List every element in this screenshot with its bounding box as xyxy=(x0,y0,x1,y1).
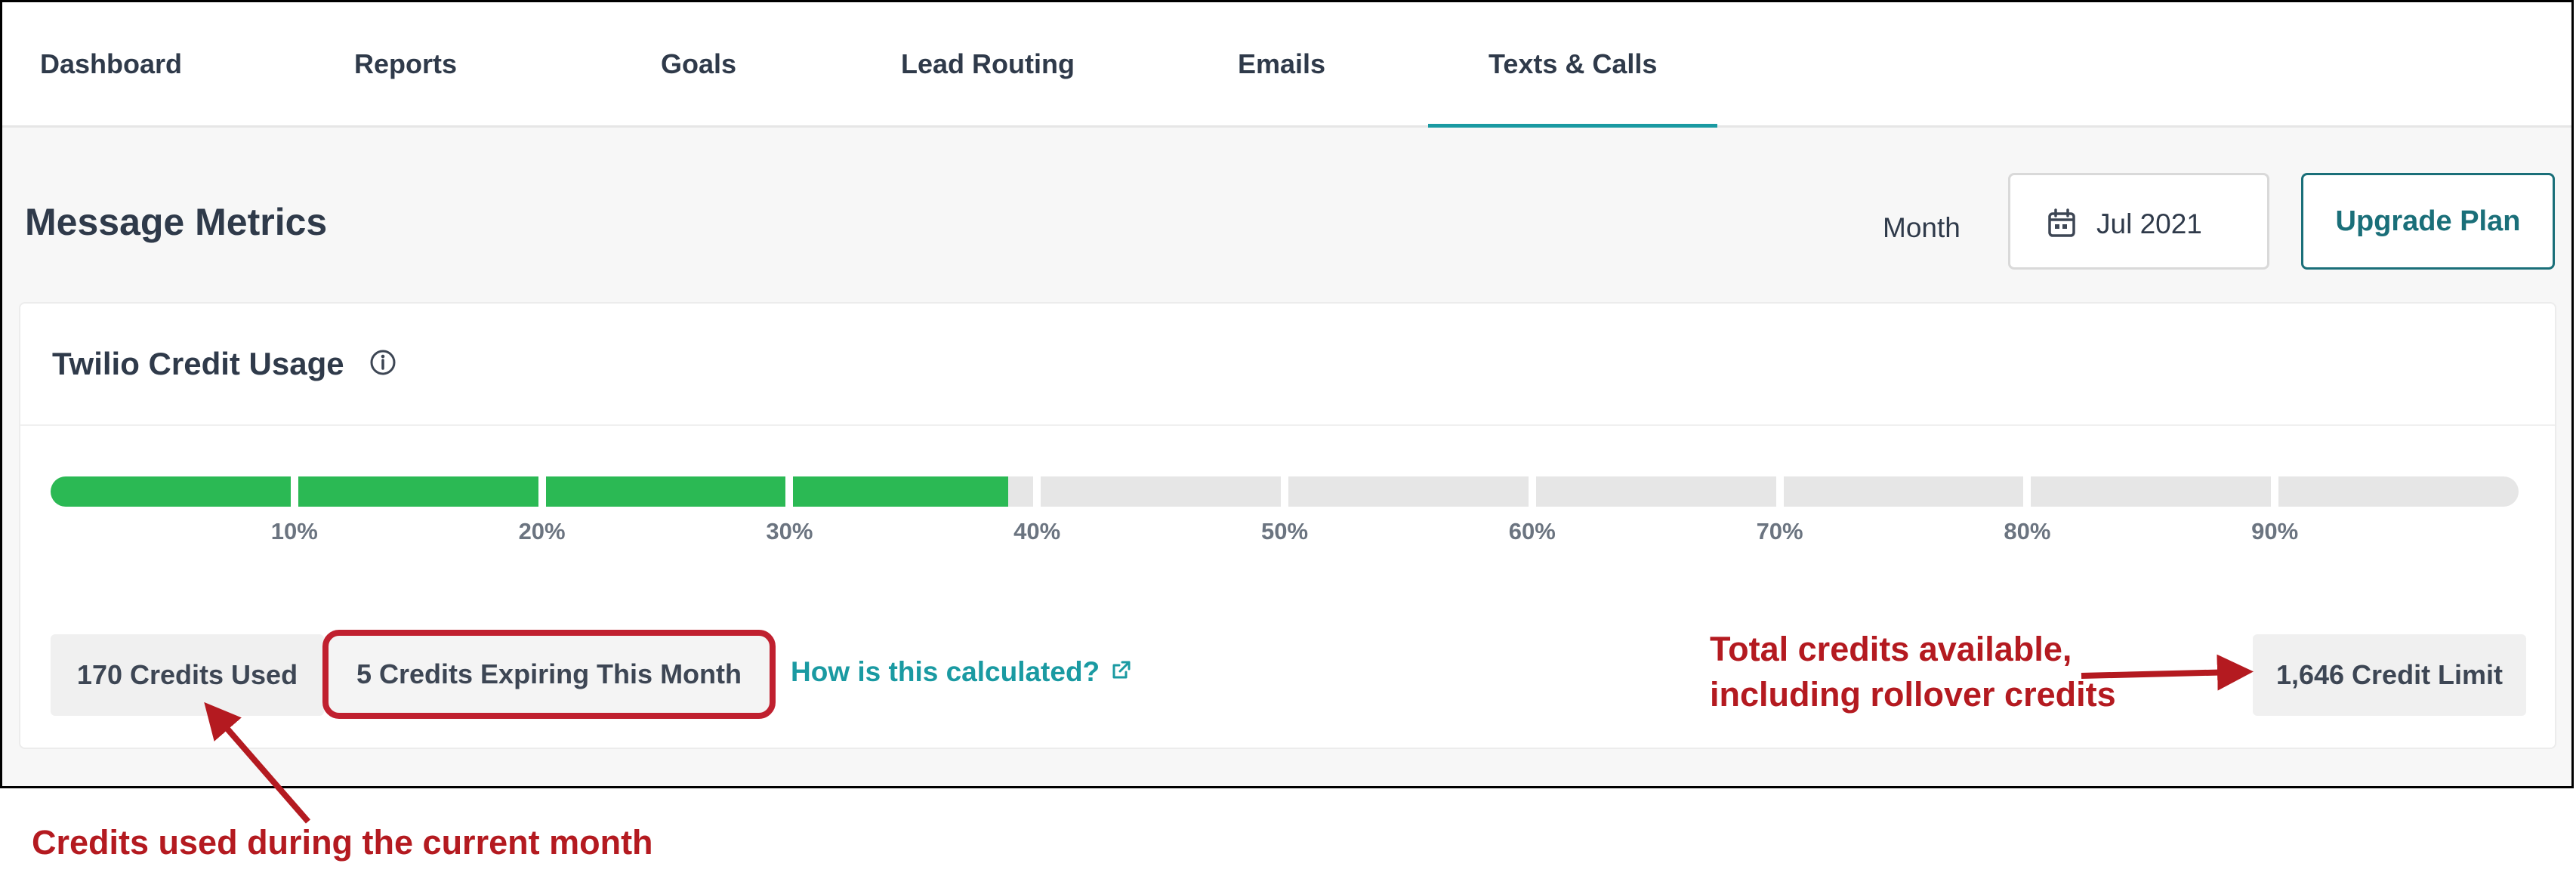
progress-tick-label: 90% xyxy=(2251,518,2299,544)
tab-label: Dashboard xyxy=(40,48,183,79)
progress-tick-label: 60% xyxy=(1508,518,1556,544)
progress-tick-label: 70% xyxy=(1756,518,1803,544)
tab-texts-calls[interactable]: Texts & Calls xyxy=(1427,2,1718,128)
progress-tick-label: 40% xyxy=(1013,518,1061,544)
progress-segment xyxy=(1783,476,2024,507)
month-label: Month xyxy=(1883,212,1961,243)
annotation-credit-limit: Total credits available, including rollo… xyxy=(1710,627,2116,717)
card-title: Twilio Credit Usage xyxy=(52,346,344,381)
progress-segment-fill xyxy=(545,476,786,507)
tab-label: Reports xyxy=(354,48,458,79)
progress-segment xyxy=(793,476,1034,507)
credit-progress-bar xyxy=(51,476,2519,507)
credits-expiring-badge: 5 Credits Expiring This Month xyxy=(322,630,776,719)
tab-lead-routing[interactable]: Lead Routing xyxy=(901,2,1075,125)
progress-segment xyxy=(1041,476,1281,507)
credits-used-badge: 170 Credits Used xyxy=(51,634,324,716)
progress-segment-fill xyxy=(298,476,538,507)
tab-emails[interactable]: Emails xyxy=(1238,2,1325,125)
credit-limit-text: 1,646 Credit Limit xyxy=(2275,659,2504,690)
progress-segment xyxy=(545,476,786,507)
how-calculated-link[interactable]: How is this calculated? xyxy=(791,656,1133,688)
tab-reports[interactable]: Reports xyxy=(354,2,457,125)
progress-segment xyxy=(1535,476,1776,507)
credit-limit-badge: 1,646 Credit Limit xyxy=(2253,634,2526,716)
how-calculated-text: How is this calculated? xyxy=(791,656,1100,687)
progress-segment xyxy=(2278,476,2519,507)
tab-label: Emails xyxy=(1238,48,1326,79)
external-link-icon xyxy=(1110,656,1133,688)
progress-tick-label: 20% xyxy=(518,518,566,544)
app-screen: Dashboard Reports Goals Lead Routing Ema… xyxy=(0,0,2574,788)
progress-segment-fill xyxy=(793,476,1008,507)
month-picker[interactable]: Jul 2021 xyxy=(2008,173,2269,270)
card-header: Twilio Credit Usage xyxy=(20,304,2555,426)
tab-label: Goals xyxy=(661,48,737,79)
progress-segment xyxy=(2031,476,2272,507)
progress-segment xyxy=(51,476,291,507)
credits-used-text: 170 Credits Used xyxy=(76,659,298,690)
month-value: Jul 2021 xyxy=(2096,208,2202,239)
tab-dashboard[interactable]: Dashboard xyxy=(40,2,182,125)
progress-segment-fill xyxy=(51,476,291,507)
calendar-icon xyxy=(2047,208,2077,242)
progress-tick-label: 50% xyxy=(1260,518,1309,544)
upgrade-plan-button[interactable]: Upgrade Plan xyxy=(2301,173,2555,270)
annotation-line: Total credits available, xyxy=(1710,630,2072,668)
tab-label: Texts & Calls xyxy=(1489,48,1658,79)
page-title: Message Metrics xyxy=(25,201,328,243)
top-nav: Dashboard Reports Goals Lead Routing Ema… xyxy=(2,2,2571,128)
tab-goals[interactable]: Goals xyxy=(661,2,736,125)
progress-tick-label: 80% xyxy=(2004,518,2051,544)
annotation-line: including rollover credits xyxy=(1710,675,2116,714)
credit-usage-card: Twilio Credit Usage 10% 20% 30% 40% 50% 60% 70… xyxy=(19,302,2556,749)
credits-expiring-text: 5 Credits Expiring This Month xyxy=(356,658,742,689)
tab-label: Lead Routing xyxy=(901,48,1075,79)
info-icon[interactable] xyxy=(368,347,398,381)
progress-segment xyxy=(298,476,538,507)
progress-segment xyxy=(1288,476,1529,507)
progress-tick-label: 10% xyxy=(270,518,318,544)
annotation-credits-used: Credits used during the current month xyxy=(32,823,653,862)
progress-tick-label: 30% xyxy=(766,518,813,544)
